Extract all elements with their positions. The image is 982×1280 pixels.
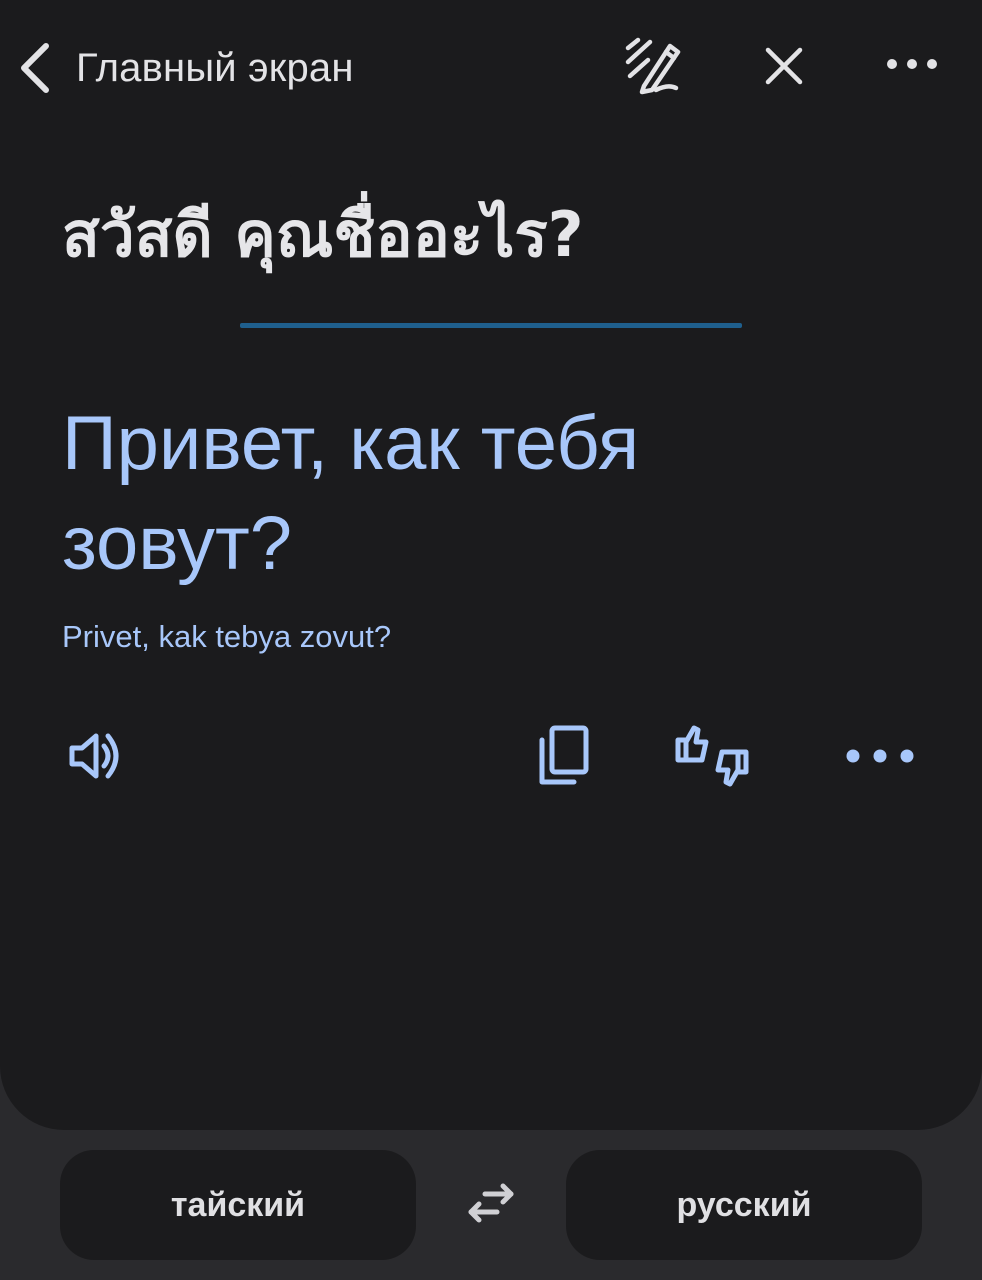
copy-button[interactable] <box>524 718 604 798</box>
translation-text: Привет, как тебя зовут? <box>62 401 640 586</box>
more-options-button[interactable] <box>872 26 952 106</box>
source-language-button[interactable]: тайский <box>60 1150 416 1260</box>
copy-icon <box>534 724 594 792</box>
back-label: Главный экран <box>76 45 354 90</box>
rate-translation-button[interactable] <box>672 718 752 798</box>
transliteration-text: Privet, kak tebya zovut? <box>62 619 392 654</box>
close-icon <box>762 44 806 92</box>
more-horizontal-icon <box>884 56 940 76</box>
listen-button[interactable] <box>54 718 134 798</box>
thumbs-up-down-icon <box>672 720 752 796</box>
top-bar: Главный экран <box>0 0 982 136</box>
chevron-left-icon <box>12 40 56 96</box>
handwriting-pen-icon <box>620 32 684 100</box>
close-button[interactable] <box>744 28 824 108</box>
source-language-label: тайский <box>170 1185 306 1224</box>
swap-languages-button[interactable] <box>452 1167 530 1245</box>
handwriting-button[interactable] <box>612 26 692 106</box>
source-text[interactable]: สวัสดี คุณชื่ออะไร? <box>62 190 922 280</box>
more-actions-button[interactable] <box>840 718 920 798</box>
back-button[interactable]: Главный экран <box>12 30 354 106</box>
swap-arrows-icon <box>463 1180 519 1232</box>
target-language-label: русский <box>676 1185 812 1224</box>
more-horizontal-icon <box>844 747 916 769</box>
target-language-button[interactable]: русский <box>566 1150 922 1260</box>
divider <box>240 323 742 328</box>
speaker-icon <box>64 726 124 790</box>
